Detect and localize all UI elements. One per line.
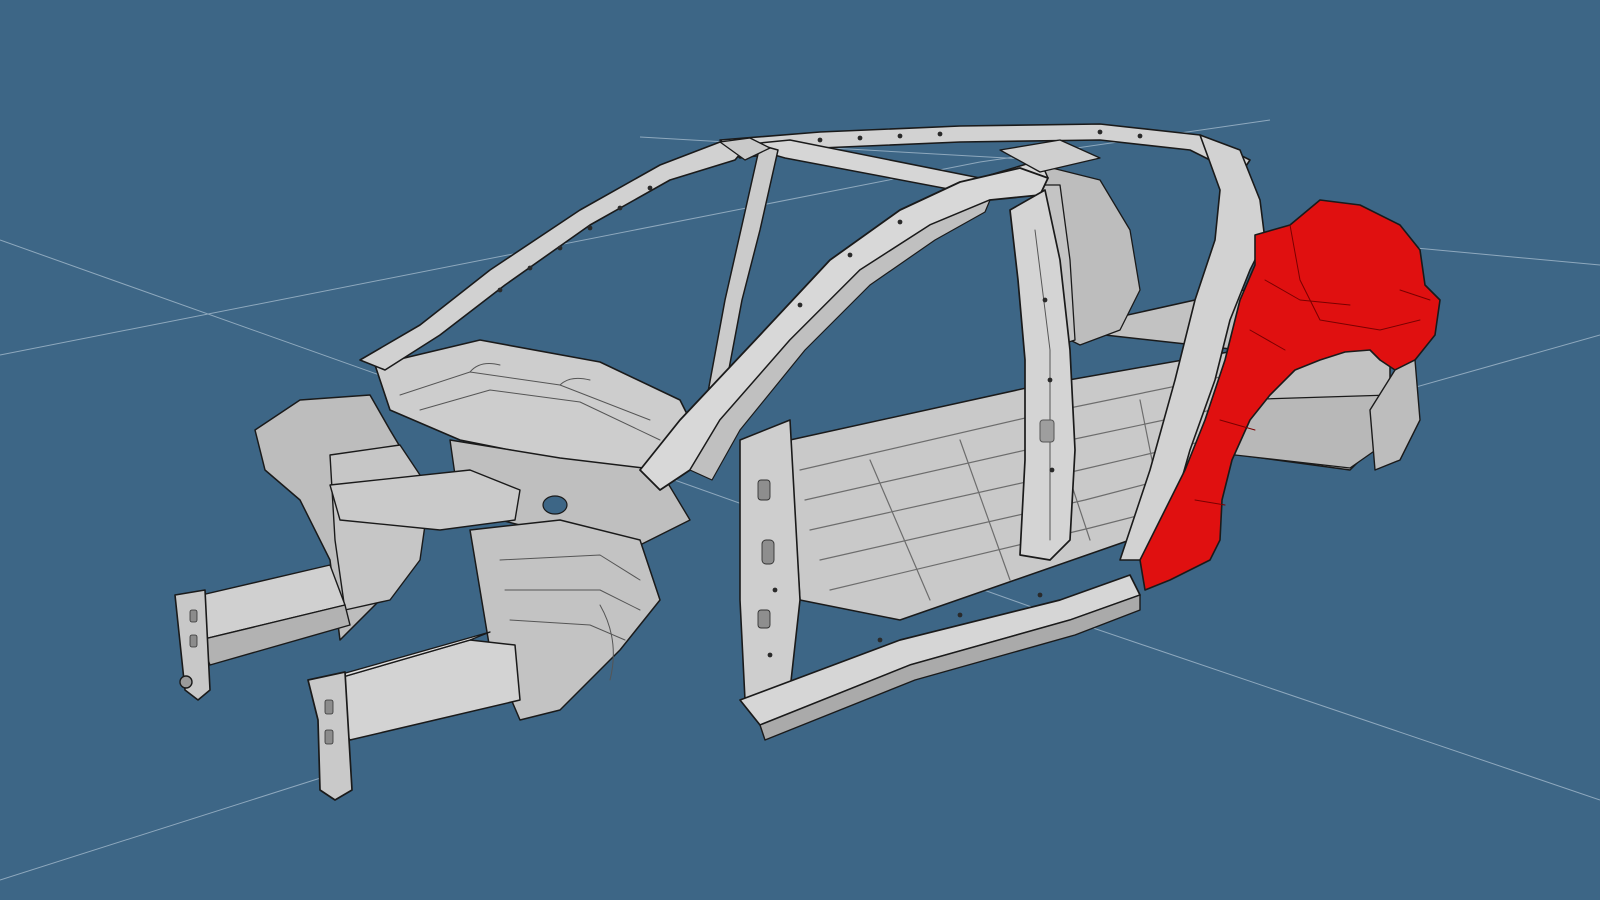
cowl-panel (374, 339, 701, 471)
3d-viewport[interactable] (0, 0, 1600, 900)
car-body-scene[interactable] (0, 0, 1600, 900)
left-hinge-pillar (739, 419, 801, 721)
car-body-in-white[interactable] (174, 123, 1441, 801)
windshield-frame (359, 141, 746, 371)
left-rocker-lower (759, 594, 1141, 741)
firewall-opening (542, 495, 568, 515)
left-tow-eye (179, 675, 193, 689)
